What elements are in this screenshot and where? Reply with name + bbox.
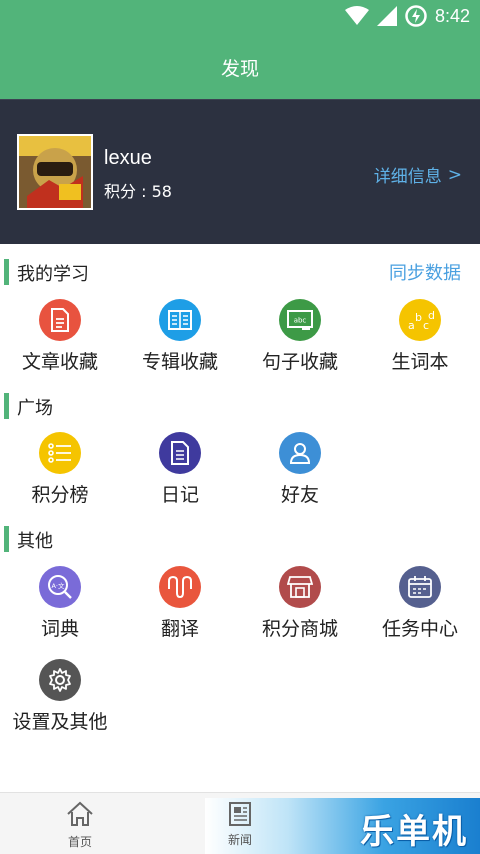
points-label: 积分 : 58 [104,182,172,201]
detail-info-label: 详细信息 [373,167,442,187]
svg-text:abc: abc [294,317,307,325]
abc-icon: abcd [399,299,441,341]
wifi-icon [344,6,369,25]
detail-info-link[interactable]: 详细信息 > [373,162,462,188]
page-title: 发现 [220,58,259,80]
status-bar: 8:42 [0,0,480,32]
section-accent-bar [4,526,9,552]
grid-item-album-favorites[interactable]: 专辑收藏 [120,299,240,374]
store-icon [279,566,321,608]
grid-item-settings[interactable]: 设置及其他 [0,659,120,734]
username: lexue [104,147,152,169]
translate-wave-icon [159,566,201,608]
gear-icon [39,659,81,701]
profile-card[interactable]: lexue 积分 : 58 详细信息 > [0,99,480,244]
grid-item-article-favorites[interactable]: 文章收藏 [0,299,120,374]
grid-item-dictionary[interactable]: A·文 词典 [0,566,120,641]
grid-item-label: 翻译 [160,618,199,640]
status-time: 8:42 [434,5,470,26]
calendar-icon [399,566,441,608]
section-title: 我的学习 [17,264,89,285]
list-icon [39,432,81,474]
grid-item-vocabulary-book[interactable]: abcd 生词本 [360,299,480,374]
section-title: 其他 [17,531,53,552]
grid-item-sentence-favorites[interactable]: abc 句子收藏 [240,299,360,374]
section-accent-bar [4,259,9,285]
tab-home[interactable]: 首页 [20,793,140,854]
section-my-study-header: 我的学习 同步数据 [0,257,480,287]
section-accent-bar [4,393,9,419]
section-square-header: 广场 [0,391,480,421]
grid-item-label: 好友 [280,484,319,506]
signal-icon [376,6,397,26]
dictionary-icon: A·文 [39,566,81,608]
grid-item-diary[interactable]: 日记 [120,432,240,507]
svg-text:b: b [415,311,422,324]
book-icon [159,299,201,341]
grid-item-points-store[interactable]: 积分商城 [240,566,360,641]
grid-item-label: 任务中心 [381,618,458,640]
app-header: 8:42 发现 [0,0,480,99]
grid-item-label: 词典 [40,618,79,640]
tab-news[interactable]: 新闻 [205,798,275,854]
home-icon [67,801,93,826]
battery-charging-icon [405,5,427,27]
svg-text:d: d [428,309,435,322]
document-icon [39,299,81,341]
discover-screen: 8:42 发现 lexue 积分 : 58 详细信息 > 我的学习 同步数据 文… [0,0,480,854]
grid-item-friends[interactable]: 好友 [240,432,360,507]
person-icon [279,432,321,474]
grid-item-label: 专辑收藏 [141,351,218,373]
news-icon [229,802,251,826]
grid-item-translate[interactable]: 翻译 [120,566,240,641]
svg-text:a: a [408,319,415,332]
grid-item-label: 生词本 [391,351,449,373]
chalkboard-icon: abc [279,299,321,341]
avatar-image [19,136,91,208]
tab-label: 首页 [67,835,92,849]
grid-item-label: 积分商城 [261,618,338,640]
watermark-text: 乐单机 [360,812,468,852]
diary-icon [159,432,201,474]
section-title: 广场 [17,398,53,419]
grid-item-label: 积分榜 [31,484,89,506]
grid-item-label: 日记 [160,484,199,506]
grid-item-task-center[interactable]: 任务中心 [360,566,480,641]
grid-item-label: 文章收藏 [21,351,98,373]
watermark-banner: 新闻 乐单机 [205,798,480,854]
grid-item-leaderboard[interactable]: 积分榜 [0,432,120,507]
avatar[interactable] [17,134,93,210]
svg-text:A·文: A·文 [51,581,65,590]
tab-label: 新闻 [227,833,252,847]
status-icons: 8:42 [344,4,470,28]
grid-item-label: 设置及其他 [12,711,108,733]
section-other-header: 其他 [0,524,480,554]
sync-data-button[interactable]: 同步数据 [389,259,461,285]
grid-item-label: 句子收藏 [261,351,338,373]
chevron-right-icon: > [447,164,462,185]
